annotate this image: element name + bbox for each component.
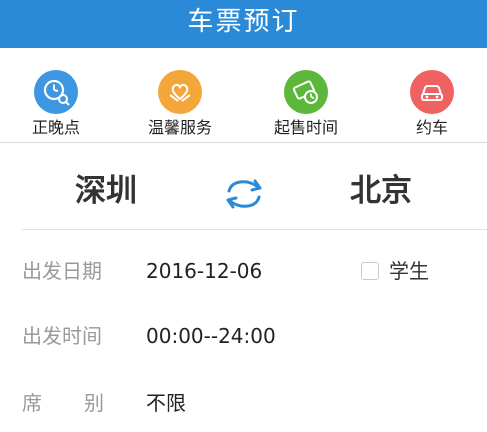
heart-hands-icon — [158, 70, 202, 114]
ticket-clock-icon — [284, 70, 328, 114]
seat-type-label-part: 席 — [22, 391, 42, 415]
departure-time-label: 出发时间 — [22, 324, 102, 348]
departure-time-row[interactable]: 出发时间 00:00--24:00 — [0, 305, 487, 365]
shortcut-sale-time[interactable]: 起售时间 — [256, 70, 356, 140]
swap-arrows-icon[interactable] — [221, 177, 267, 211]
departure-date-label: 出发日期 — [22, 259, 102, 283]
shortcut-label: 温馨服务 — [147, 118, 212, 137]
departure-time-value[interactable]: 00:00--24:00 — [146, 324, 276, 348]
shortcut-delay-status[interactable]: 正晚点 — [6, 70, 106, 140]
shortcut-care-service[interactable]: 温馨服务 — [130, 70, 230, 140]
shortcut-bar: 正晚点 温馨服务 起售时间 约车 — [0, 48, 487, 143]
route-selector: 深圳 北京 — [0, 143, 487, 229]
seat-type-row[interactable]: 席 别 不限 — [0, 372, 487, 432]
departure-date-row[interactable]: 出发日期 2016-12-06 学生 — [0, 240, 487, 300]
arrival-city[interactable]: 北京 — [350, 173, 412, 209]
student-label: 学生 — [389, 259, 429, 283]
seat-type-value[interactable]: 不限 — [146, 391, 186, 415]
shortcut-book-car[interactable]: 约车 — [382, 70, 482, 140]
seat-type-label-part: 别 — [84, 391, 104, 415]
clock-search-icon — [34, 70, 78, 114]
car-icon — [410, 70, 454, 114]
page-title: 车票预订 — [187, 7, 300, 37]
student-option[interactable]: 学生 — [361, 259, 429, 283]
departure-city[interactable]: 深圳 — [75, 173, 137, 209]
seat-type-label: 席 别 — [22, 391, 104, 415]
top-bar: 车票预订 — [0, 0, 487, 48]
student-checkbox[interactable] — [361, 262, 379, 280]
shortcut-label: 正晚点 — [31, 118, 80, 137]
shortcut-label: 约车 — [415, 118, 448, 137]
route-divider — [22, 229, 487, 230]
departure-date-value[interactable]: 2016-12-06 — [146, 259, 262, 283]
shortcut-label: 起售时间 — [273, 118, 338, 137]
